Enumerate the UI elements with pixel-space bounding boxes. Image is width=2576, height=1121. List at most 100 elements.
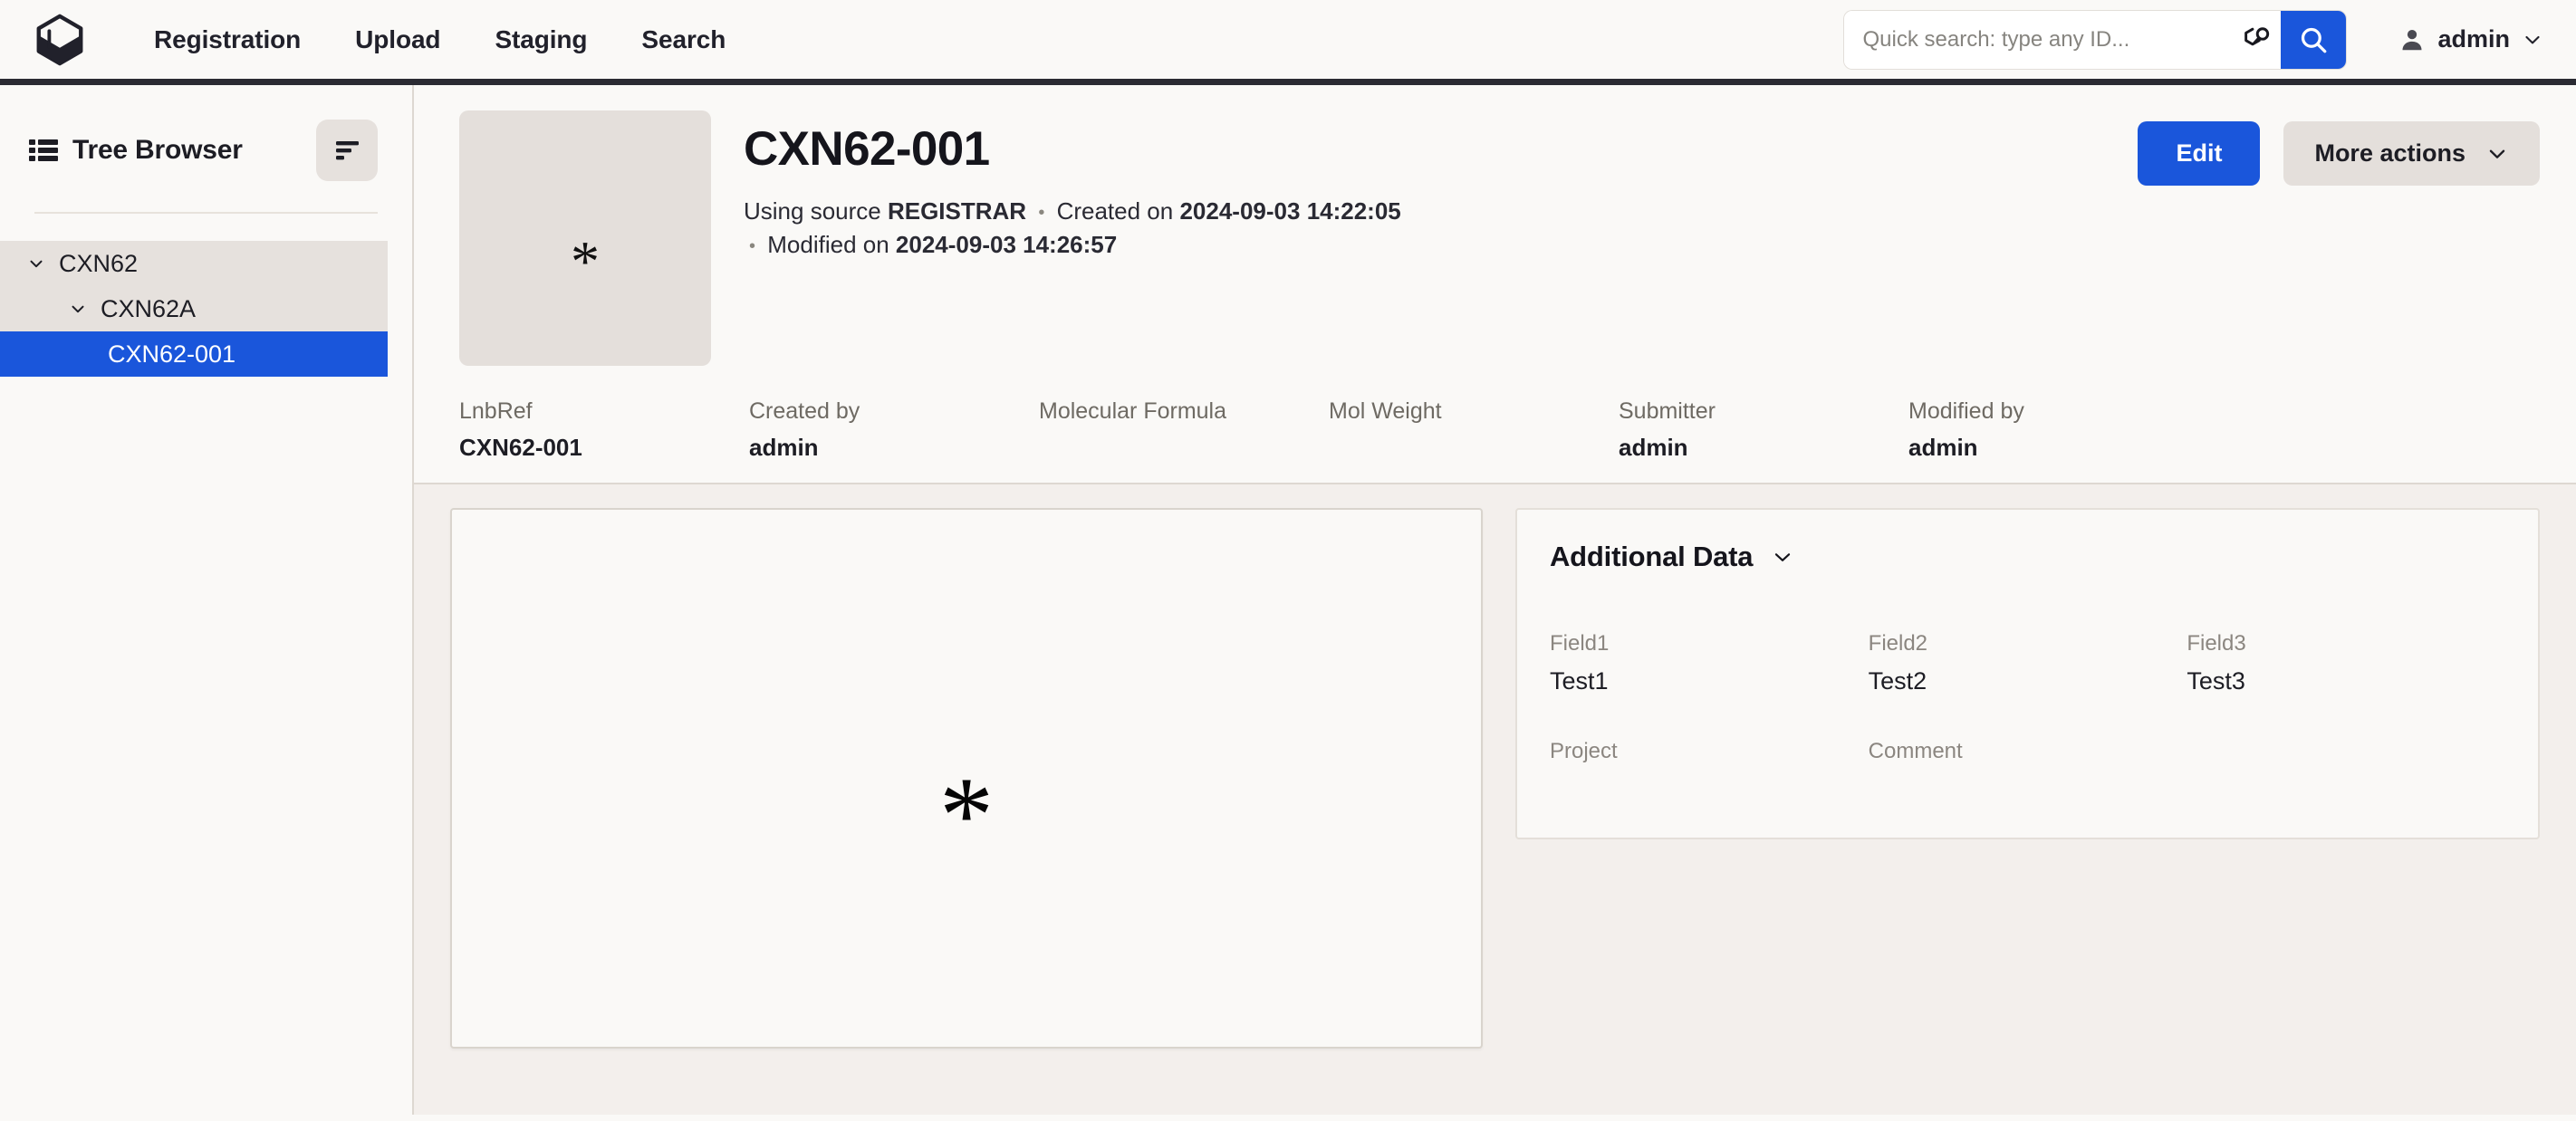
search-input[interactable] — [1860, 26, 2221, 53]
additional-field-label: Field3 — [2187, 631, 2505, 656]
additional-field-field1: Field1 Test1 — [1550, 631, 1869, 695]
structure-viewer-card[interactable]: * — [450, 508, 1483, 1049]
field-molecular-formula: Molecular Formula — [1039, 398, 1329, 463]
search-icon — [2298, 24, 2329, 55]
field-lnbref: LnbRef CXN62-001 — [459, 398, 749, 463]
field-value — [1329, 434, 1619, 463]
field-label: Mol Weight — [1329, 398, 1619, 425]
chevron-down-icon — [1771, 545, 1794, 569]
user-menu[interactable]: admin — [2398, 25, 2543, 53]
page-body: Tree Browser CXN62 — [0, 85, 2576, 1115]
main-content: * CXN62-001 Using source REGISTRAR • Cre… — [414, 85, 2576, 1115]
field-label: Created by — [749, 398, 1039, 425]
nav-link-registration[interactable]: Registration — [127, 16, 328, 63]
top-navbar: Registration Upload Staging Search — [0, 0, 2576, 85]
record-actions: Edit More actions — [2138, 110, 2540, 186]
field-value: admin — [1908, 434, 2198, 463]
additional-data-grid: Field1 Test1 Field2 Test2 Field3 Test3 P… — [1550, 631, 2505, 802]
sort-descending-icon[interactable] — [316, 120, 378, 181]
tree-browser-title-group: Tree Browser — [29, 135, 243, 166]
tree-node-cxn62a[interactable]: CXN62A — [0, 286, 388, 331]
additional-field-project: Project — [1550, 739, 1869, 802]
record-content-area: * Additional Data Field1 Test1 Field2 — [414, 484, 2576, 1115]
additional-field-field2: Field2 Test2 — [1869, 631, 2187, 695]
record-fields-row: LnbRef CXN62-001 Created by admin Molecu… — [459, 398, 2540, 463]
additional-field-value: Test2 — [1869, 667, 2187, 695]
structure-placeholder-glyph: * — [939, 761, 994, 869]
record-thumbnail: * — [459, 110, 711, 366]
sidebar-divider — [34, 212, 378, 214]
edit-button[interactable]: Edit — [2138, 121, 2260, 186]
record-meta-line-2: • Modified on 2024-09-03 14:26:57 — [744, 228, 2138, 262]
meta-separator-dot: • — [744, 236, 761, 256]
additional-data-card: Additional Data Field1 Test1 Field2 Test… — [1515, 508, 2540, 839]
field-value: admin — [749, 434, 1039, 463]
tree-browser-sidebar: Tree Browser CXN62 — [0, 85, 414, 1115]
navbar-right-group: admin — [1844, 11, 2576, 69]
page-title: Tree Browser — [72, 135, 243, 166]
meta-separator-dot: • — [1033, 203, 1050, 223]
person-icon — [2398, 26, 2426, 53]
chevron-down-icon[interactable] — [23, 254, 50, 273]
field-mol-weight: Mol Weight — [1329, 398, 1619, 463]
field-value: CXN62-001 — [459, 434, 749, 463]
additional-field-value: Test1 — [1550, 667, 1869, 695]
field-label: Molecular Formula — [1039, 398, 1329, 425]
more-actions-button[interactable]: More actions — [2283, 121, 2540, 186]
additional-field-value: Test3 — [2187, 667, 2505, 695]
field-created-by: Created by admin — [749, 398, 1039, 463]
search-submit-button[interactable] — [2281, 11, 2346, 69]
field-modified-by: Modified by admin — [1908, 398, 2198, 463]
hexagon-magnifier-icon[interactable] — [2234, 11, 2281, 69]
sidebar-header: Tree Browser — [0, 85, 412, 181]
cube-hexagon-logo[interactable] — [31, 11, 89, 69]
chevron-down-icon[interactable] — [64, 299, 91, 319]
tree-node-label: CXN62-001 — [108, 340, 235, 369]
additional-field-label: Project — [1550, 739, 1869, 764]
chevron-down-icon — [2522, 29, 2543, 51]
additional-data-title: Additional Data — [1550, 541, 1753, 573]
field-label: Submitter — [1619, 398, 1908, 425]
structure-placeholder-glyph: * — [571, 233, 600, 291]
additional-field-value — [1550, 775, 1869, 802]
field-submitter: Submitter admin — [1619, 398, 1908, 463]
list-icon — [29, 138, 58, 163]
nav-link-upload[interactable]: Upload — [328, 16, 467, 63]
field-label: Modified by — [1908, 398, 2198, 425]
record-meta-line-1: Using source REGISTRAR • Created on 2024… — [744, 195, 2138, 228]
quick-search-group — [1844, 11, 2346, 69]
additional-field-comment: Comment — [1869, 739, 2187, 802]
nav-link-staging[interactable]: Staging — [467, 16, 614, 63]
additional-field-empty — [2187, 739, 2505, 802]
additional-field-label: Comment — [1869, 739, 2187, 764]
tree-node-cxn62[interactable]: CXN62 — [0, 241, 388, 286]
record-header-row: * CXN62-001 Using source REGISTRAR • Cre… — [459, 110, 2540, 366]
field-value — [1039, 434, 1329, 463]
additional-field-value — [2187, 750, 2505, 777]
additional-data-header[interactable]: Additional Data — [1550, 541, 2505, 573]
field-value: admin — [1619, 434, 1908, 463]
additional-field-label: Field2 — [1869, 631, 2187, 656]
additional-field-label: Field1 — [1550, 631, 1869, 656]
tree-node-cxn62-001[interactable]: CXN62-001 — [0, 331, 388, 377]
more-actions-label: More actions — [2314, 139, 2465, 168]
record-info: CXN62-001 Using source REGISTRAR • Creat… — [744, 110, 2138, 262]
user-name-label: admin — [2437, 25, 2510, 53]
source-prefix-label: Using source — [744, 197, 881, 225]
modified-at-value: 2024-09-03 14:26:57 — [896, 231, 1117, 258]
modified-prefix-label: Modified on — [767, 231, 889, 258]
field-label: LnbRef — [459, 398, 749, 425]
record-detail-header: * CXN62-001 Using source REGISTRAR • Cre… — [414, 85, 2576, 484]
additional-field-value — [1869, 775, 2187, 802]
search-input-wrapper — [1844, 11, 2234, 69]
chevron-down-icon — [2485, 142, 2509, 166]
tree-node-label: CXN62 — [59, 250, 138, 278]
tree-list: CXN62 CXN62A CXN62-001 — [0, 241, 412, 377]
created-at-value: 2024-09-03 14:22:05 — [1179, 197, 1400, 225]
tree-node-label: CXN62A — [101, 295, 196, 323]
nav-link-search[interactable]: Search — [614, 16, 753, 63]
primary-nav: Registration Upload Staging Search — [127, 16, 753, 63]
created-prefix-label: Created on — [1057, 197, 1174, 225]
additional-field-field3: Field3 Test3 — [2187, 631, 2505, 695]
record-title: CXN62-001 — [744, 123, 2138, 175]
